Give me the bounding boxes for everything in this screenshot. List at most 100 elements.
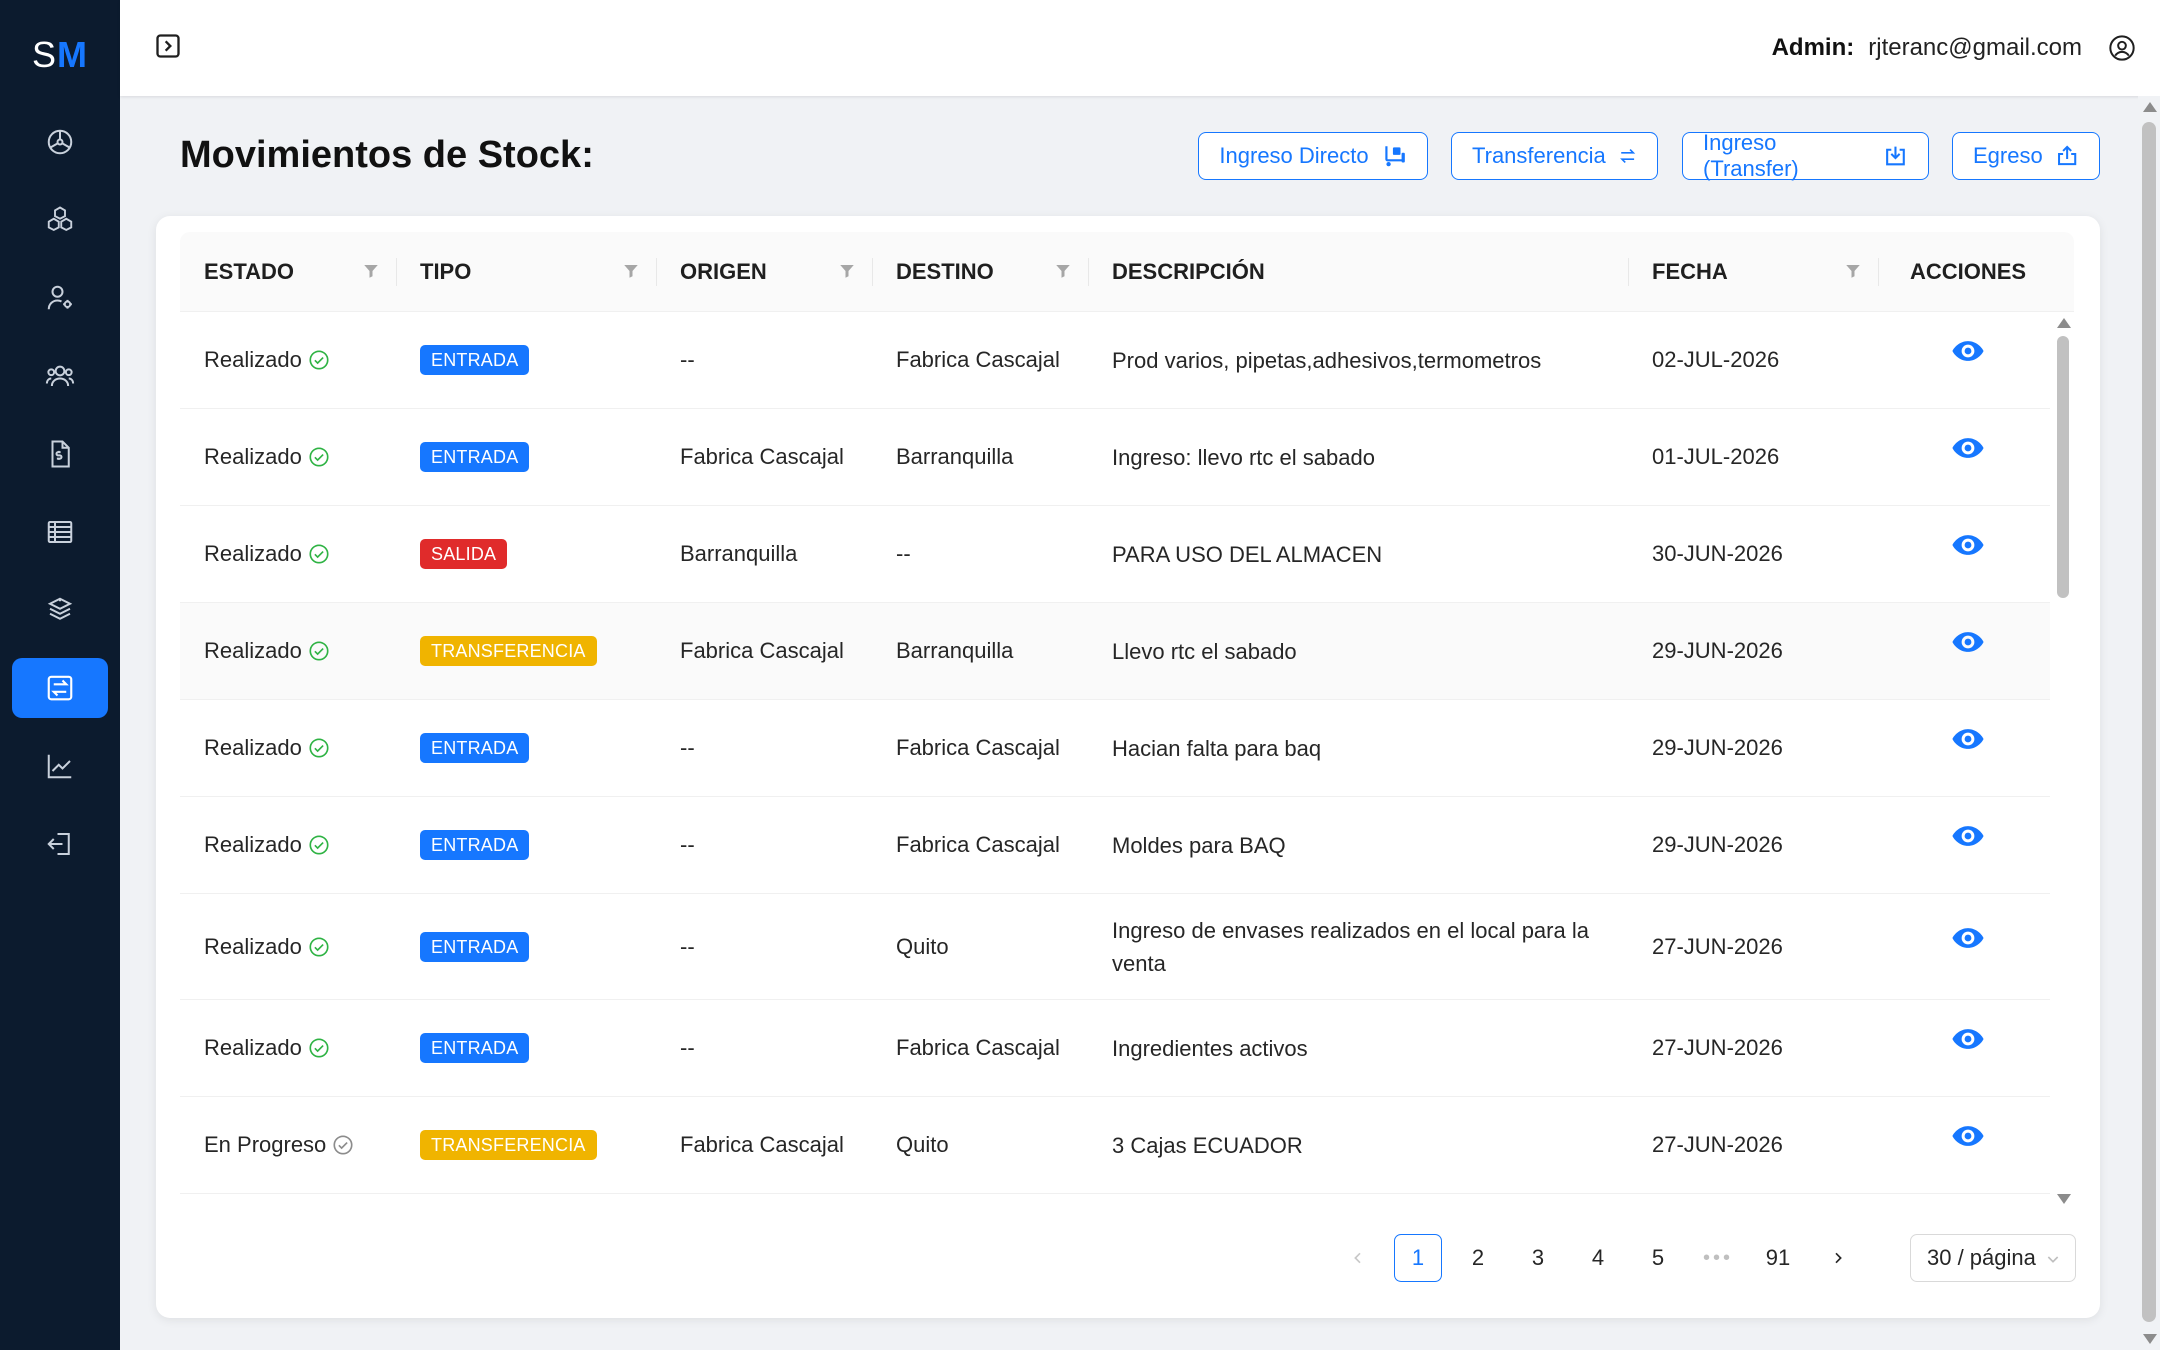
- cell-fecha: 27-JUN-2026: [1628, 1097, 1878, 1193]
- column-descripcion: DESCRIPCIÓN: [1112, 259, 1265, 284]
- type-tag: ENTRADA: [420, 830, 530, 860]
- fecha-text: 29-JUN-2026: [1652, 638, 1783, 663]
- filter-icon[interactable]: [362, 262, 380, 280]
- view-eye-icon[interactable]: [1951, 1119, 1985, 1153]
- table-row[interactable]: Realizado ENTRADA -- Fabrica Cascajal Moldes…: [180, 797, 2050, 894]
- nav-invoices[interactable]: [12, 424, 108, 484]
- transferencia-label: Transferencia: [1472, 143, 1606, 168]
- nav-inventory[interactable]: [12, 580, 108, 640]
- destino-text: Fabrica Cascajal: [896, 347, 1060, 372]
- page-size-select[interactable]: 30 / página: [1910, 1234, 2076, 1282]
- scroll-up-arrow[interactable]: [2143, 102, 2157, 112]
- page-2-button[interactable]: 2: [1454, 1234, 1502, 1282]
- page-5-button[interactable]: 5: [1634, 1234, 1682, 1282]
- swap-arrows-icon: [1619, 148, 1635, 164]
- table-row[interactable]: Realizado ENTRADA -- Fabrica Cascajal Hacian…: [180, 700, 2050, 797]
- view-eye-icon[interactable]: [1951, 819, 1985, 853]
- page-last-button[interactable]: 91: [1754, 1234, 1802, 1282]
- destino-text: --: [896, 541, 911, 566]
- page-4-button[interactable]: 4: [1574, 1234, 1622, 1282]
- status-text: Realizado: [204, 735, 302, 760]
- cell-tipo: ENTRADA: [396, 700, 656, 796]
- filter-icon[interactable]: [838, 262, 856, 280]
- admin-email: rjteranc@gmail.com: [1868, 34, 2082, 61]
- nav-users[interactable]: [12, 346, 108, 406]
- transferencia-button[interactable]: Transferencia: [1451, 132, 1658, 180]
- cell-destino: Fabrica Cascajal: [872, 700, 1088, 796]
- prev-page-button[interactable]: [1334, 1234, 1382, 1282]
- ingreso-transfer-button[interactable]: Ingreso (Transfer): [1682, 130, 1929, 181]
- page-1-button[interactable]: 1: [1394, 1234, 1442, 1282]
- scroll-down-arrow[interactable]: [2143, 1334, 2157, 1344]
- destino-text: Quito: [896, 1132, 949, 1157]
- nav-stock-movements[interactable]: [12, 658, 108, 718]
- table-row[interactable]: Realizado ENTRADA Fabrica Cascajal Barranqu…: [180, 409, 2050, 506]
- view-eye-icon[interactable]: [1951, 1022, 1985, 1056]
- descripcion-text: Llevo rtc el sabado: [1112, 638, 1297, 664]
- sidebar-toggle-icon[interactable]: [154, 32, 182, 60]
- nav-products[interactable]: [12, 190, 108, 250]
- table-row[interactable]: Realizado ENTRADA -- Fabrica Cascajal Prod v…: [180, 312, 2050, 409]
- fecha-text: 02-JUL-2026: [1652, 347, 1780, 372]
- origen-text: Fabrica Cascajal: [680, 638, 844, 663]
- cell-origen: Barranquilla: [656, 506, 872, 602]
- destino-text: Fabrica Cascajal: [896, 1035, 1060, 1060]
- scroll-thumb[interactable]: [2057, 336, 2069, 598]
- app-logo[interactable]: SM: [0, 34, 120, 76]
- user-account-icon[interactable]: [2108, 34, 2136, 62]
- filter-icon[interactable]: [1054, 262, 1072, 280]
- status-text: Realizado: [204, 933, 302, 959]
- table-row[interactable]: En Progreso TRANSFERENCIA Fabrica Cascajal…: [180, 1097, 2050, 1194]
- nav-reports[interactable]: [12, 736, 108, 796]
- inventory-icon: [47, 597, 73, 620]
- admin-label: Admin:: [1771, 34, 1855, 61]
- descripcion-text: Moldes para BAQ: [1112, 832, 1286, 858]
- cell-origen: Fabrica Cascajal: [656, 1097, 872, 1193]
- check-circle-icon: [309, 447, 329, 467]
- scroll-down-arrow[interactable]: [2057, 1194, 2071, 1204]
- cell-fecha: 01-JUL-2026: [1628, 409, 1878, 505]
- cell-origen: --: [656, 700, 872, 796]
- nav-list[interactable]: [12, 502, 108, 562]
- origen-text: Fabrica Cascajal: [680, 1132, 844, 1157]
- table-row[interactable]: Realizado ENTRADA -- Quito Ingreso de envase…: [180, 894, 2050, 1000]
- table-scrollbar[interactable]: [2052, 312, 2074, 1208]
- filter-icon[interactable]: [1844, 262, 1862, 280]
- column-destino: DESTINO: [872, 232, 1088, 312]
- nav-dashboard[interactable]: [12, 112, 108, 172]
- page-3-button[interactable]: 3: [1514, 1234, 1562, 1282]
- view-eye-icon[interactable]: [1951, 722, 1985, 756]
- jump-next-ellipsis[interactable]: •••: [1694, 1234, 1742, 1282]
- sidebar: SM: [0, 0, 120, 1350]
- view-eye-icon[interactable]: [1951, 528, 1985, 562]
- type-tag: TRANSFERENCIA: [420, 1130, 597, 1160]
- table-row[interactable]: Realizado TRANSFERENCIA Fabrica Cascajal Ba…: [180, 603, 2050, 700]
- next-page-button[interactable]: [1814, 1234, 1862, 1282]
- cell-fecha: 27-JUN-2026: [1628, 894, 1878, 999]
- page-scrollbar[interactable]: [2138, 96, 2160, 1350]
- nav-user-settings[interactable]: [12, 268, 108, 328]
- filter-icon[interactable]: [622, 262, 640, 280]
- cell-destino: Fabrica Cascajal: [872, 312, 1088, 408]
- cell-acciones: [1878, 894, 2050, 999]
- table-header: ESTADO TIPO ORIGEN DESTINO DESCRIPCIÓN F…: [180, 232, 2074, 312]
- cell-estado: En Progreso: [180, 1097, 396, 1193]
- destino-text: Quito: [896, 933, 949, 959]
- view-eye-icon[interactable]: [1951, 921, 1985, 955]
- table-row[interactable]: Realizado ENTRADA -- Fabrica Cascajal Ingred…: [180, 1000, 2050, 1097]
- cell-estado: Realizado: [180, 506, 396, 602]
- descripcion-text: PARA USO DEL ALMACEN: [1112, 541, 1383, 567]
- status-text: Realizado: [204, 1035, 302, 1060]
- view-eye-icon[interactable]: [1951, 334, 1985, 368]
- scroll-up-arrow[interactable]: [2057, 318, 2071, 328]
- cell-tipo: SALIDA: [396, 506, 656, 602]
- egreso-button[interactable]: Egreso: [1952, 132, 2100, 180]
- view-eye-icon[interactable]: [1951, 431, 1985, 465]
- cell-tipo: ENTRADA: [396, 894, 656, 999]
- view-eye-icon[interactable]: [1951, 625, 1985, 659]
- scroll-thumb[interactable]: [2142, 122, 2156, 1322]
- column-estado: ESTADO: [180, 232, 396, 312]
- table-row[interactable]: Realizado SALIDA Barranquilla -- PARA USO DE…: [180, 506, 2050, 603]
- ingreso-directo-button[interactable]: Ingreso Directo: [1198, 132, 1428, 180]
- nav-logout[interactable]: [12, 814, 108, 874]
